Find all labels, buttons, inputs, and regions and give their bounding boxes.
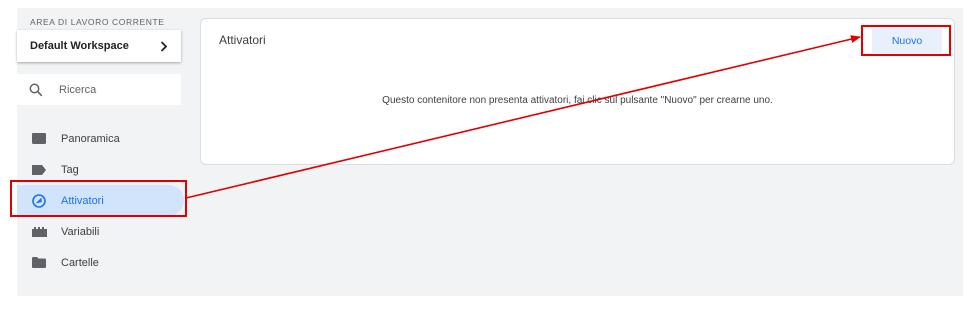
sidebar-nav: Panoramica Tag Attivatori Variabili Cart… bbox=[17, 123, 184, 278]
workspace-caption: AREA DI LAVORO CORRENTE bbox=[30, 17, 165, 27]
sidebar-item-label: Attivatori bbox=[61, 194, 104, 207]
chevron-right-icon bbox=[159, 40, 169, 52]
empty-state-message: Questo contenitore non presenta attivato… bbox=[382, 95, 773, 106]
triggers-panel: Attivatori Nuovo Questo contenitore non … bbox=[200, 18, 955, 165]
variables-icon bbox=[31, 224, 47, 240]
sidebar-item-triggers[interactable]: Attivatori bbox=[17, 185, 184, 216]
sidebar-item-folders[interactable]: Cartelle bbox=[17, 247, 184, 278]
sidebar: AREA DI LAVORO CORRENTE Default Workspac… bbox=[17, 8, 184, 296]
overview-icon bbox=[31, 131, 47, 147]
search-icon bbox=[29, 83, 43, 97]
workspace-selector[interactable]: Default Workspace bbox=[17, 30, 181, 62]
sidebar-item-label: Tag bbox=[61, 163, 79, 176]
search-input[interactable] bbox=[59, 83, 159, 96]
app-shell: AREA DI LAVORO CORRENTE Default Workspac… bbox=[17, 8, 963, 296]
workspace-name: Default Workspace bbox=[30, 40, 129, 52]
sidebar-item-overview[interactable]: Panoramica bbox=[17, 123, 184, 154]
sidebar-item-variables[interactable]: Variabili bbox=[17, 216, 184, 247]
trigger-icon bbox=[31, 193, 47, 209]
sidebar-item-label: Cartelle bbox=[61, 256, 99, 269]
tag-icon bbox=[31, 162, 47, 178]
sidebar-item-tag[interactable]: Tag bbox=[17, 154, 184, 185]
sidebar-item-label: Variabili bbox=[61, 225, 100, 238]
search-box[interactable] bbox=[17, 74, 181, 105]
folder-icon bbox=[31, 255, 47, 271]
page-title: Attivatori bbox=[219, 33, 266, 47]
sidebar-item-label: Panoramica bbox=[61, 132, 120, 145]
new-trigger-button[interactable]: Nuovo bbox=[872, 28, 942, 53]
